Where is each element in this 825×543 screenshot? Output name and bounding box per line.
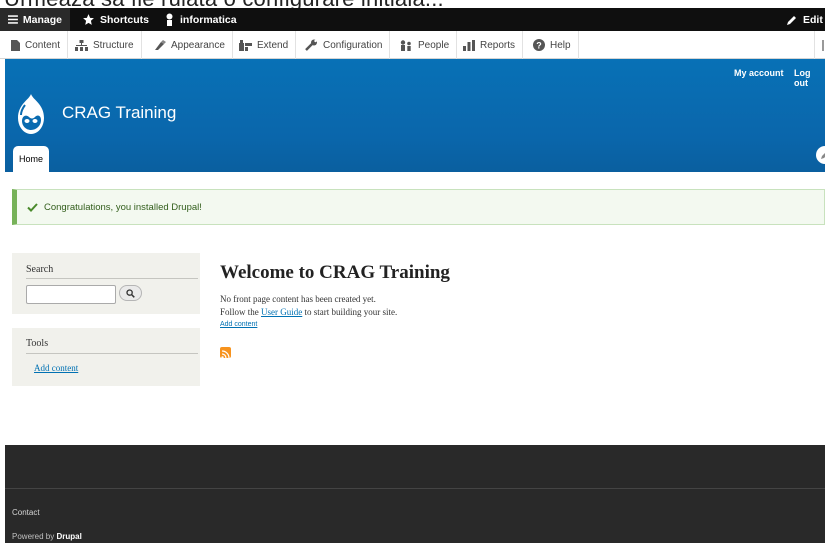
menu-item-help[interactable]: ? Help xyxy=(526,31,579,59)
menu-item-structure[interactable]: Structure xyxy=(68,31,142,59)
site-name[interactable]: CRAG Training xyxy=(62,103,176,123)
admin-menu-bar: Content Structure Appearance Extend Conf… xyxy=(0,31,825,59)
user-guide-link[interactable]: User Guide xyxy=(261,307,302,317)
divider xyxy=(26,353,198,354)
menu-item-people[interactable]: People xyxy=(392,31,458,59)
tools-block-title: Tools xyxy=(26,338,49,349)
menu-item-label: Content xyxy=(25,39,61,51)
search-button[interactable] xyxy=(119,285,142,301)
menu-item-label: Extend xyxy=(257,39,289,51)
extend-icon xyxy=(239,39,252,51)
log-out-link[interactable]: Log out xyxy=(794,68,825,88)
user-icon xyxy=(166,13,173,26)
reports-icon xyxy=(463,39,475,51)
tab-home[interactable]: Home xyxy=(13,146,49,172)
user-guide-text: Follow the User Guide to start building … xyxy=(220,307,397,317)
tab-home-label: Home xyxy=(18,154,43,164)
user-guide-pre: Follow the xyxy=(220,307,262,317)
svg-text:?: ? xyxy=(536,40,542,50)
drupal-logo-icon[interactable] xyxy=(12,93,50,137)
status-message: Congratulations, you installed Drupal! xyxy=(12,189,825,225)
tools-add-content-link[interactable]: Add content xyxy=(34,363,78,373)
powered-by-text: Powered by Drupal xyxy=(12,532,82,541)
edit-button[interactable]: Edit xyxy=(778,8,825,31)
rss-icon xyxy=(221,350,230,359)
menu-item-label: Structure xyxy=(93,39,134,51)
hamburger-icon xyxy=(8,15,18,24)
menu-item-content[interactable]: Content xyxy=(4,31,69,59)
toolbar-orientation-toggle[interactable] xyxy=(814,31,825,59)
content-icon xyxy=(11,39,20,51)
user-label: informatica xyxy=(180,13,237,26)
user-button[interactable]: informatica xyxy=(156,8,245,31)
menu-item-label: People xyxy=(418,39,450,51)
footer-contact-link[interactable]: Contact xyxy=(12,508,40,517)
pencil-icon xyxy=(787,15,796,25)
user-guide-post: to start building your site. xyxy=(302,307,398,317)
menu-item-label: Help xyxy=(550,39,571,51)
configuration-icon xyxy=(305,39,317,51)
people-icon xyxy=(400,39,411,51)
footer-divider xyxy=(5,488,825,489)
menu-item-label: Reports xyxy=(480,39,516,51)
add-content-link[interactable]: Add content xyxy=(220,321,257,328)
my-account-link[interactable]: My account xyxy=(734,68,784,78)
manage-button[interactable]: Manage xyxy=(0,8,70,31)
search-input[interactable] xyxy=(26,285,116,304)
manage-label: Manage xyxy=(22,13,62,26)
admin-toolbar: Manage Shortcuts informatica Edit xyxy=(0,8,825,31)
menu-item-appearance[interactable]: Appearance xyxy=(147,31,233,59)
checkmark-icon xyxy=(27,202,38,212)
menu-item-extend[interactable]: Extend xyxy=(232,31,297,59)
no-content-text: No front page content has been created y… xyxy=(220,294,376,304)
search-block-title: Search xyxy=(26,264,54,275)
powered-by-drupal-link[interactable]: Drupal xyxy=(56,532,81,541)
site-footer: Contact Powered by Drupal xyxy=(5,445,825,543)
page-title: Welcome to CRAG Training xyxy=(220,262,450,283)
help-icon: ? xyxy=(533,39,545,51)
status-text: Congratulations, you installed Drupal! xyxy=(44,201,202,213)
pencil-icon xyxy=(821,153,825,159)
rss-feed-icon[interactable] xyxy=(220,347,231,359)
star-icon xyxy=(83,14,94,25)
menu-item-configuration[interactable]: Configuration xyxy=(298,31,391,59)
menu-item-label: Appearance xyxy=(171,39,225,51)
shortcuts-label: Shortcuts xyxy=(100,13,150,26)
header-edit-button[interactable] xyxy=(816,146,825,164)
search-block: Search xyxy=(12,253,200,314)
tools-block: Tools Add content xyxy=(12,328,200,386)
powered-by-prefix: Powered by xyxy=(12,532,57,541)
appearance-icon xyxy=(155,39,166,50)
menu-item-reports[interactable]: Reports xyxy=(456,31,524,59)
menu-item-label: Configuration xyxy=(323,39,383,51)
structure-icon xyxy=(75,39,88,51)
edit-label: Edit xyxy=(803,13,823,26)
shortcuts-button[interactable]: Shortcuts xyxy=(74,8,157,31)
divider xyxy=(26,278,198,279)
search-icon xyxy=(126,288,135,298)
